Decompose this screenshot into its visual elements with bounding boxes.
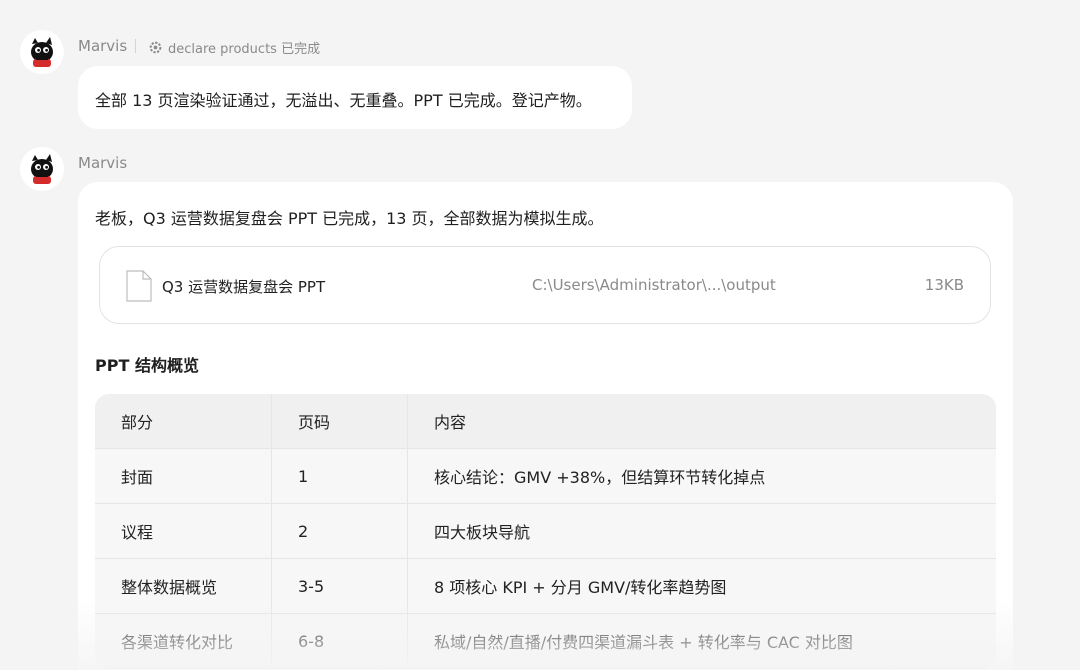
table-row: 议程 2 四大板块导航 bbox=[95, 504, 996, 559]
table-cell: 核心结论：GMV +38%，但结算环节转化掉点 bbox=[434, 468, 766, 487]
section-title: PPT 结构概览 bbox=[95, 356, 199, 375]
tool-status-label: declare products 已完成 bbox=[168, 42, 321, 57]
table-cell: 2 bbox=[272, 504, 408, 558]
file-name: Q3 运营数据复盘会 PPT bbox=[162, 278, 326, 296]
column-header: 内容 bbox=[434, 413, 467, 432]
column-header: 页码 bbox=[272, 394, 408, 448]
table-row: 各渠道转化对比 6-8 私域/自然/直播/付费四渠道漏斗表 + 转化率与 CAC… bbox=[95, 614, 996, 669]
table-cell: 3-5 bbox=[272, 559, 408, 613]
chat-page: Marvis declare products 已完成 全部 13 页渲染验证通… bbox=[0, 0, 1080, 670]
avatar[interactable] bbox=[20, 30, 64, 74]
table-header-row: 部分 页码 内容 bbox=[95, 394, 996, 449]
table-cell: 议程 bbox=[95, 504, 272, 558]
message-text: 老板，Q3 运营数据复盘会 PPT 已完成，13 页，全部数据为模拟生成。 bbox=[95, 209, 604, 228]
column-header: 部分 bbox=[95, 394, 272, 448]
black-cat-mascot-icon bbox=[31, 37, 53, 67]
table-cell: 1 bbox=[272, 449, 408, 503]
message-bubble: 全部 13 页渲染验证通过，无溢出、无重叠。PPT 已完成。登记产物。 bbox=[78, 66, 632, 129]
table-row: 整体数据概览 3-5 8 项核心 KPI + 分月 GMV/转化率趋势图 bbox=[95, 559, 996, 614]
table-cell: 封面 bbox=[95, 449, 272, 503]
sender-name: Marvis bbox=[78, 154, 128, 172]
table-cell: 8 项核心 KPI + 分月 GMV/转化率趋势图 bbox=[434, 578, 727, 597]
table-cell: 整体数据概览 bbox=[95, 559, 272, 613]
gear-icon bbox=[149, 41, 162, 54]
avatar[interactable] bbox=[20, 147, 64, 191]
black-cat-mascot-icon bbox=[31, 154, 53, 184]
message-text: 全部 13 页渲染验证通过，无溢出、无重叠。PPT 已完成。登记产物。 bbox=[95, 91, 592, 110]
file-size: 13KB bbox=[924, 276, 964, 294]
table-cell: 四大板块导航 bbox=[434, 523, 531, 542]
table-cell: 6-8 bbox=[272, 614, 408, 668]
table-cell: 私域/自然/直播/付费四渠道漏斗表 + 转化率与 CAC 对比图 bbox=[434, 633, 853, 652]
table-cell: 各渠道转化对比 bbox=[95, 614, 272, 668]
document-icon bbox=[126, 270, 152, 302]
structure-table: 部分 页码 内容 封面 1 核心结论：GMV +38%，但结算环节转化掉点 议程… bbox=[95, 394, 996, 669]
header-divider bbox=[135, 39, 136, 53]
file-attachment-card[interactable]: Q3 运营数据复盘会 PPT C:\Users\Administrator\..… bbox=[99, 246, 991, 324]
table-row: 封面 1 核心结论：GMV +38%，但结算环节转化掉点 bbox=[95, 449, 996, 504]
tool-status[interactable]: declare products 已完成 bbox=[149, 38, 320, 57]
file-path: C:\Users\Administrator\...\output bbox=[532, 276, 776, 294]
sender-name: Marvis bbox=[78, 37, 128, 55]
